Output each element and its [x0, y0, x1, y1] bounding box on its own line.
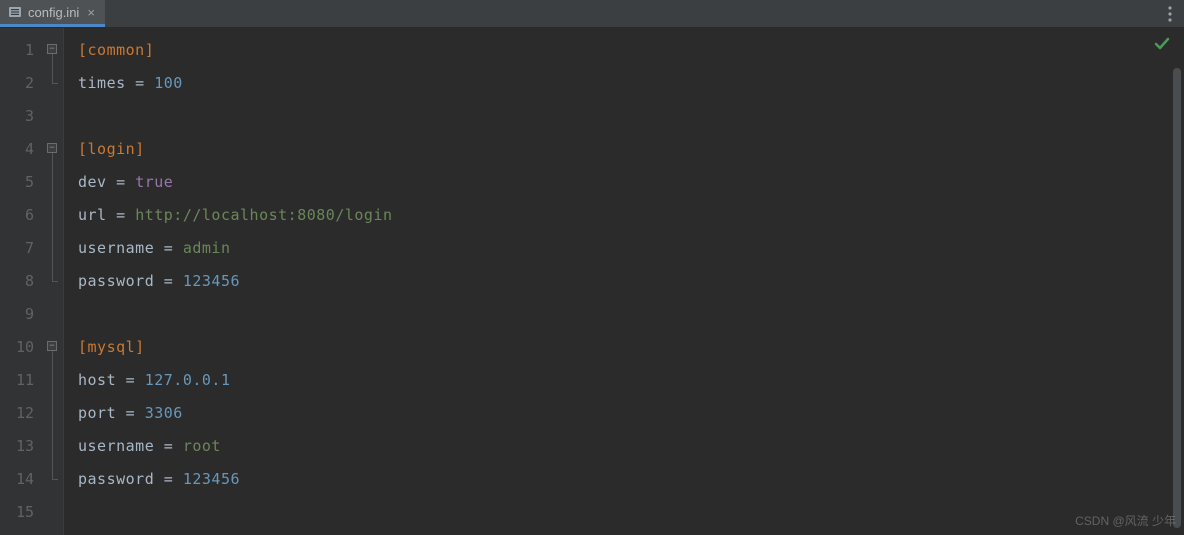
fold-cell	[46, 265, 63, 298]
line-number: 12	[0, 397, 46, 430]
code-area[interactable]: [common]times = 100[login]dev = trueurl …	[64, 28, 1184, 535]
fold-cell	[46, 100, 63, 133]
line-number: 14	[0, 463, 46, 496]
fold-cell	[46, 364, 63, 397]
token-number: 123456	[183, 470, 240, 488]
code-line[interactable]: dev = true	[78, 166, 1184, 199]
fold-cell	[46, 496, 63, 529]
token-eq: =	[107, 206, 136, 224]
token-key: host	[78, 371, 116, 389]
fold-cell	[46, 463, 63, 496]
token-key: url	[78, 206, 107, 224]
token-eq: =	[154, 437, 183, 455]
token-number: 127.0.0.1	[145, 371, 231, 389]
token-key: password	[78, 272, 154, 290]
code-line[interactable]: password = 123456	[78, 463, 1184, 496]
tab-label: config.ini	[28, 5, 79, 20]
token-eq: =	[116, 371, 145, 389]
token-eq: =	[107, 173, 136, 191]
token-eq: =	[116, 404, 145, 422]
token-string: root	[183, 437, 221, 455]
fold-column: − − −	[46, 28, 64, 535]
token-eq: =	[154, 272, 183, 290]
line-number: 2	[0, 67, 46, 100]
fold-toggle-icon[interactable]: −	[47, 143, 57, 153]
line-number: 1	[0, 34, 46, 67]
token-eq: =	[126, 74, 155, 92]
tab-bar: config.ini ×	[0, 0, 1184, 28]
ini-file-icon	[8, 5, 22, 19]
code-line[interactable]	[78, 100, 1184, 133]
fold-cell	[46, 397, 63, 430]
line-number: 7	[0, 232, 46, 265]
editor: 123456789101112131415 −−− [common]times …	[0, 28, 1184, 535]
code-line[interactable]: password = 123456	[78, 265, 1184, 298]
token-string: admin	[183, 239, 231, 257]
line-number: 5	[0, 166, 46, 199]
line-number: 9	[0, 298, 46, 331]
code-line[interactable]: [common]	[78, 34, 1184, 67]
line-number: 15	[0, 496, 46, 529]
token-number: 123456	[183, 272, 240, 290]
fold-cell	[46, 166, 63, 199]
line-number: 11	[0, 364, 46, 397]
token-key: password	[78, 470, 154, 488]
fold-cell	[46, 67, 63, 100]
check-icon	[1154, 36, 1170, 56]
more-options-button[interactable]	[1156, 0, 1184, 27]
code-line[interactable]: url = http://localhost:8080/login	[78, 199, 1184, 232]
token-key: times	[78, 74, 126, 92]
token-section: [common]	[78, 41, 154, 59]
code-line[interactable]: username = root	[78, 430, 1184, 463]
fold-cell: −	[46, 331, 63, 364]
fold-cell: −	[46, 34, 63, 67]
vertical-scrollbar[interactable]	[1173, 68, 1181, 528]
tab-config-ini[interactable]: config.ini ×	[0, 0, 105, 27]
code-line[interactable]: times = 100	[78, 67, 1184, 100]
token-string: http://localhost:8080/login	[135, 206, 392, 224]
code-line[interactable]: [login]	[78, 133, 1184, 166]
code-line[interactable]: [mysql]	[78, 331, 1184, 364]
fold-cell	[46, 298, 63, 331]
code-line[interactable]	[78, 298, 1184, 331]
line-number: 4	[0, 133, 46, 166]
token-section: [mysql]	[78, 338, 145, 356]
token-bool: true	[135, 173, 173, 191]
fold-toggle-icon[interactable]: −	[47, 44, 57, 54]
fold-toggle-icon[interactable]: −	[47, 341, 57, 351]
token-key: port	[78, 404, 116, 422]
code-line[interactable]: host = 127.0.0.1	[78, 364, 1184, 397]
line-number: 6	[0, 199, 46, 232]
token-eq: =	[154, 470, 183, 488]
code-line[interactable]: username = admin	[78, 232, 1184, 265]
line-number: 13	[0, 430, 46, 463]
line-number: 10	[0, 331, 46, 364]
fold-cell	[46, 430, 63, 463]
line-number: 3	[0, 100, 46, 133]
close-icon[interactable]: ×	[87, 5, 95, 20]
token-key: username	[78, 239, 154, 257]
line-number: 8	[0, 265, 46, 298]
watermark: CSDN @风流 少年	[1075, 512, 1176, 529]
line-number-gutter: 123456789101112131415	[0, 28, 46, 535]
token-key: dev	[78, 173, 107, 191]
token-number: 100	[154, 74, 183, 92]
code-line[interactable]	[78, 496, 1184, 529]
tab-bar-spacer	[105, 0, 1156, 27]
fold-cell: −	[46, 133, 63, 166]
code-line[interactable]: port = 3306	[78, 397, 1184, 430]
token-eq: =	[154, 239, 183, 257]
token-number: 3306	[145, 404, 183, 422]
token-section: [login]	[78, 140, 145, 158]
token-key: username	[78, 437, 154, 455]
fold-cell	[46, 232, 63, 265]
fold-cell	[46, 199, 63, 232]
